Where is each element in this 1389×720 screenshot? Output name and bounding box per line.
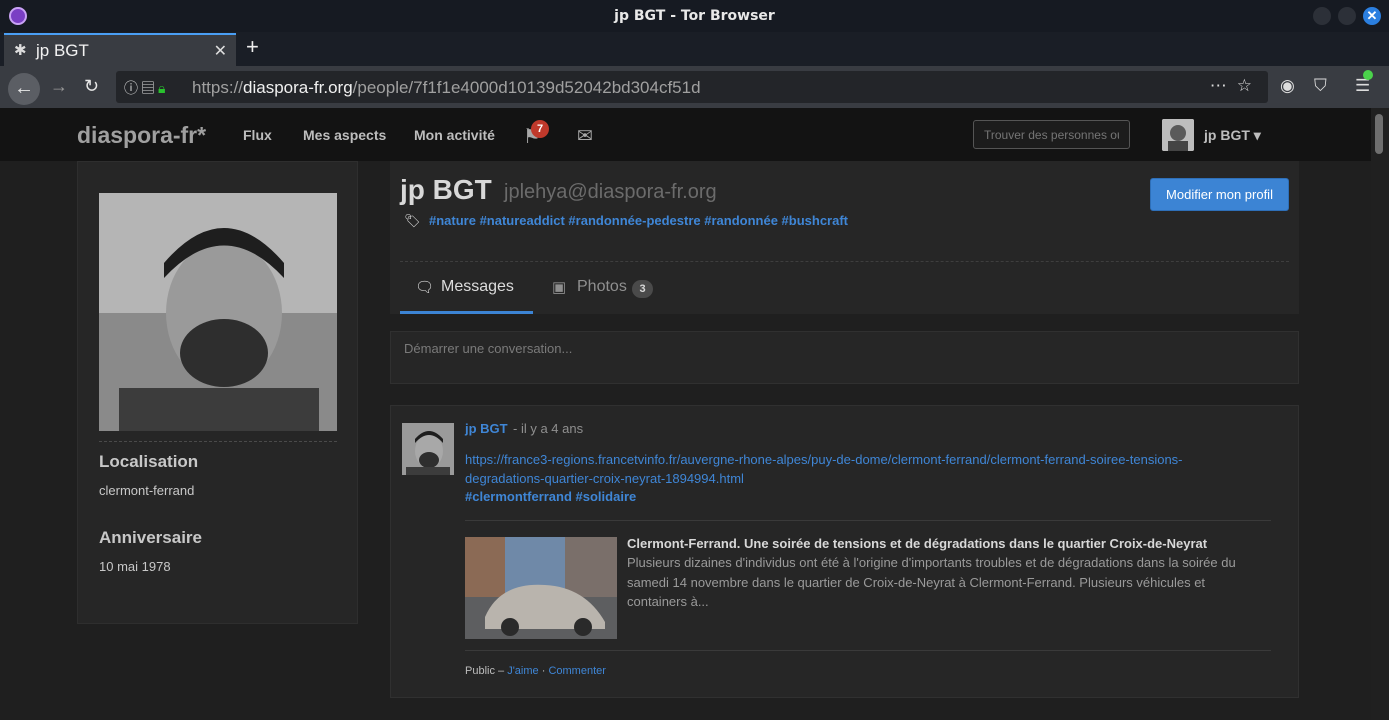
site-brand[interactable]: diaspora-fr*: [77, 122, 206, 149]
user-avatar-image: [1162, 119, 1194, 151]
profile-sidebar: Localisation clermont-ferrand Anniversai…: [77, 161, 358, 624]
bookmark-star-icon[interactable]: ☆: [1237, 76, 1262, 95]
url-host: diaspora-fr.org: [243, 78, 353, 97]
photos-count-badge: 3: [632, 280, 653, 298]
shield-icon[interactable]: ⛉: [1314, 76, 1327, 96]
back-arrow-icon[interactable]: ←: [8, 73, 40, 105]
minimize-button[interactable]: [1313, 7, 1331, 25]
favicon-icon: ✱: [14, 42, 27, 59]
post-footer: Public – J'aime · Commenter: [465, 665, 606, 677]
forward-arrow-icon[interactable]: →: [50, 76, 68, 97]
location-label: Localisation: [99, 452, 199, 471]
people-search-input[interactable]: [973, 120, 1130, 149]
tab-title: jp BGT: [36, 41, 89, 60]
info-icon[interactable]: ⓘ: [124, 80, 141, 96]
post-divider: [465, 520, 1271, 521]
location-value: clermont-ferrand: [99, 483, 195, 498]
window-titlebar: jp BGT - Tor Browser ✕: [0, 0, 1389, 32]
navigation-bar: ← → ↻ ⓘ▤🔒︎ https://diaspora-fr.org/peopl…: [0, 66, 1389, 108]
notification-count-badge[interactable]: 7: [531, 120, 549, 138]
page-scrollbar[interactable]: [1371, 108, 1389, 720]
onion-icon[interactable]: ◉: [1280, 76, 1295, 96]
url-scheme: https://: [192, 78, 244, 97]
url-actions: ⋯☆: [1210, 76, 1262, 96]
browser-tab[interactable]: ✱ jp BGT ✕: [4, 33, 236, 66]
lock-icon[interactable]: 🔒︎: [158, 80, 168, 96]
url-bar[interactable]: ⓘ▤🔒︎ https://diaspora-fr.org/people/7f1f…: [116, 71, 1268, 103]
post-visibility: Public –: [465, 665, 505, 677]
profile-photo-image: [99, 193, 337, 431]
like-link[interactable]: J'aime: [507, 665, 538, 677]
edit-profile-button[interactable]: Modifier mon profil: [1150, 178, 1289, 211]
stream-post: jp BGT - il y a 4 ans https://france3-re…: [390, 405, 1299, 698]
mail-icon[interactable]: ✉: [577, 125, 593, 148]
new-tab-button[interactable]: +: [246, 36, 259, 58]
more-icon[interactable]: ⋯: [1210, 76, 1237, 95]
site-info-icons[interactable]: ⓘ▤🔒︎: [124, 78, 168, 98]
profile-handle: jplehya@diaspora-fr.org: [504, 181, 717, 203]
update-badge: [1363, 70, 1373, 80]
nav-flux[interactable]: Flux: [243, 127, 272, 143]
tab-strip: ✱ jp BGT ✕: [0, 32, 1389, 66]
sidebar-divider: [99, 441, 337, 442]
photos-icon: ▣: [552, 279, 567, 296]
site-header: diaspora-fr* Flux Mes aspects Mon activi…: [0, 108, 1371, 161]
footer-separator: ·: [541, 665, 546, 677]
tab-close-icon[interactable]: ✕: [214, 41, 227, 61]
tab-messages[interactable]: 🗨︎ Messages: [400, 267, 533, 314]
reload-icon[interactable]: ↻: [84, 76, 99, 97]
window-title: jp BGT - Tor Browser: [614, 8, 775, 24]
permissions-icon[interactable]: ▤: [141, 80, 158, 96]
comment-link[interactable]: Commenter: [548, 665, 605, 677]
url-text[interactable]: https://diaspora-fr.org/people/7f1f1e400…: [192, 78, 701, 98]
tab-photos-label: Photos: [577, 278, 627, 295]
tag-icon: 🏷︎: [404, 213, 421, 228]
post-author-avatar-image: [402, 423, 454, 475]
user-avatar[interactable]: [1162, 119, 1194, 151]
profile-divider: [400, 261, 1289, 262]
close-window-button[interactable]: ✕: [1363, 7, 1381, 25]
profile-name: jp BGT: [400, 174, 492, 205]
profile-header: jp BGT jplehya@diaspora-fr.org 🏷︎ #natur…: [390, 161, 1299, 314]
link-preview-image[interactable]: [465, 537, 617, 639]
scrollbar-thumb[interactable]: [1375, 114, 1383, 154]
post-author-avatar[interactable]: [402, 423, 454, 475]
profile-tags[interactable]: #nature #natureaddict #randonnée-pedestr…: [429, 213, 848, 228]
post-footer-divider: [465, 650, 1271, 651]
link-preview-photo: [465, 537, 617, 639]
post-hashtags[interactable]: #clermontferrand #solidaire: [465, 489, 636, 504]
post-timestamp[interactable]: - il y a 4 ans: [513, 421, 583, 436]
hamburger-menu-icon[interactable]: ☰: [1355, 70, 1373, 96]
birthday-label: Anniversaire: [99, 528, 202, 547]
post-author-link[interactable]: jp BGT: [465, 421, 508, 436]
maximize-button[interactable]: [1338, 7, 1356, 25]
page-content: diaspora-fr* Flux Mes aspects Mon activi…: [0, 108, 1389, 720]
user-menu[interactable]: jp BGT ▾: [1204, 127, 1261, 144]
post-url-link[interactable]: https://france3-regions.francetvinfo.fr/…: [465, 450, 1255, 488]
nav-activity[interactable]: Mon activité: [414, 127, 495, 143]
nav-aspects[interactable]: Mes aspects: [303, 127, 386, 143]
messages-icon: 🗨︎: [415, 279, 435, 296]
tab-messages-label: Messages: [441, 278, 514, 295]
birthday-value: 10 mai 1978: [99, 559, 171, 574]
link-preview-description: Plusieurs dizaines d'individus ont été à…: [627, 555, 1236, 609]
link-preview-title[interactable]: Clermont-Ferrand. Une soirée de tensions…: [627, 536, 1207, 551]
profile-photo: [99, 193, 337, 431]
composer-placeholder: Démarrer une conversation...: [404, 341, 573, 356]
url-path: /people/7f1f1e4000d10139d52042bd304cf51d: [352, 78, 701, 97]
conversation-composer[interactable]: Démarrer une conversation...: [390, 331, 1299, 384]
